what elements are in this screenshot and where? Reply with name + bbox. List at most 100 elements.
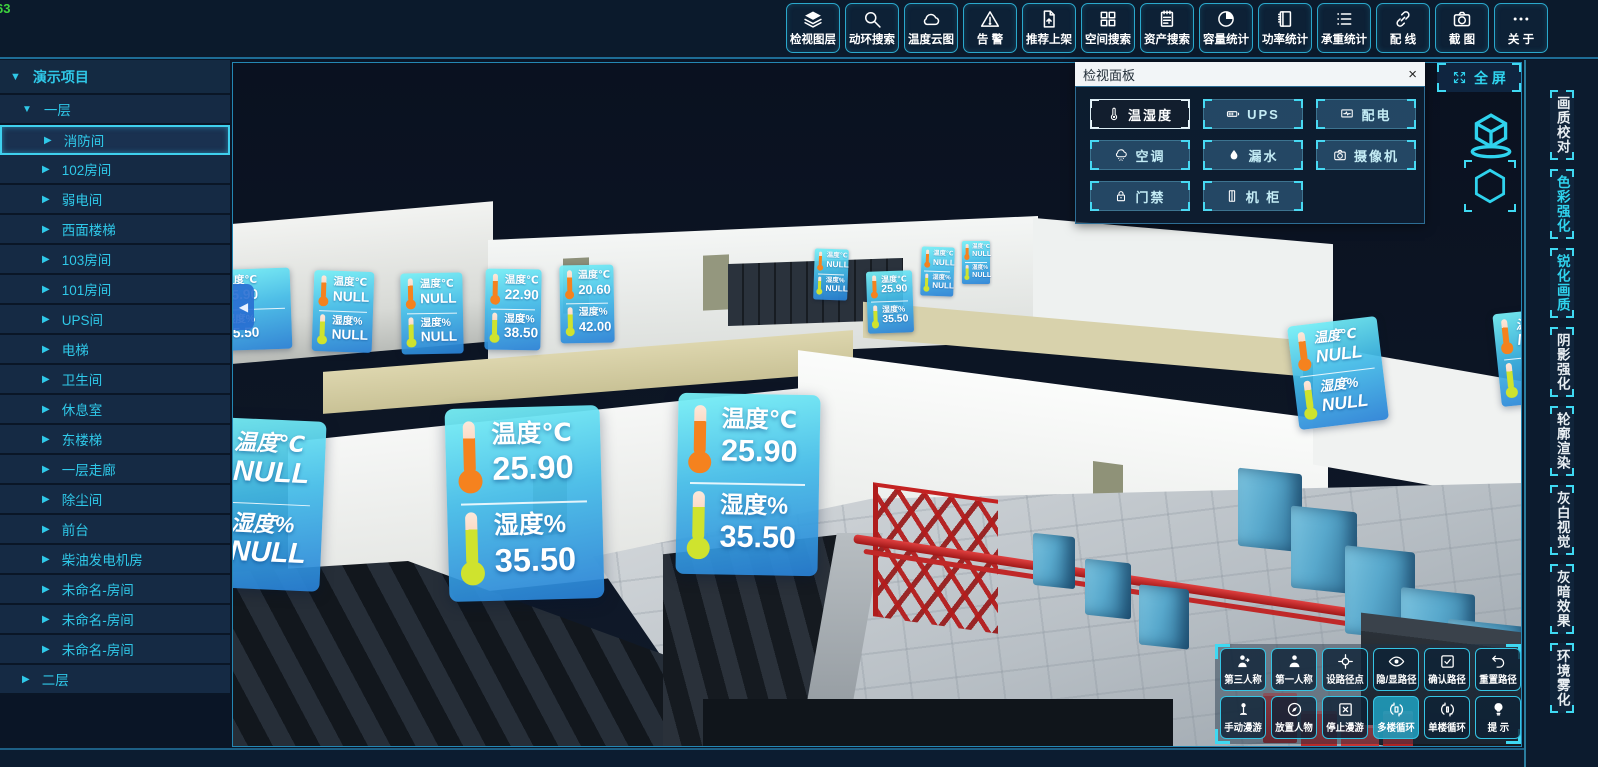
display-effects-items: 画质校对色彩强化锐化画质阴影强化轮廓渲染灰白视觉灰暗效果环境雾化 [1526, 60, 1598, 713]
sidebar-item-east-staircase[interactable]: ▶东楼梯 [0, 425, 230, 455]
effect-item-env-fog[interactable]: 环境雾化 [1550, 643, 1574, 713]
toolbar-button-space-search[interactable]: 空间搜索 [1081, 3, 1135, 53]
inspect-button-door-access[interactable]: 门禁 [1090, 181, 1190, 211]
layers-icon [803, 9, 823, 29]
sidebar-item-room-102[interactable]: ▶102房间 [0, 155, 230, 185]
humidity-section: 湿度%NULL [317, 314, 368, 347]
sensor-billboard: 温度℃NULL湿度%NULL [813, 248, 849, 300]
sidebar-item-ups-room[interactable]: ▶UPS间 [0, 305, 230, 335]
inspect-button-cctv-camera[interactable]: 摄像机 [1316, 140, 1416, 170]
sidebar-item-elevator[interactable]: ▶电梯 [0, 335, 230, 365]
sidebar-collapse-button[interactable]: ◀ [233, 284, 254, 330]
sidebar-item-unnamed-room-2[interactable]: ▶未命名-房间 [0, 605, 230, 635]
inspect-button-water-leak[interactable]: 漏水 [1203, 140, 1303, 170]
sidebar-item-lounge[interactable]: ▶休息室 [0, 395, 230, 425]
sidebar-item-project-root[interactable]: ▼ 演示项目 [0, 60, 230, 95]
thermometer-icon [870, 275, 879, 299]
sidebar-item-floor-2[interactable]: ▶二层 [0, 665, 230, 695]
toolbar-button-power-stats[interactable]: 功率统计 [1258, 3, 1312, 53]
toolbar-button-screenshot[interactable]: 截 图 [1435, 3, 1489, 53]
thermometer-icon [1294, 331, 1312, 373]
sidebar-item-label: 除尘间 [62, 489, 103, 509]
toolbar-button-env-search[interactable]: 动环搜索 [845, 3, 899, 53]
sidebar-item-diesel-generator-room[interactable]: ▶柴油发电机房 [0, 545, 230, 575]
roam-button-place-person[interactable]: 放置人物 [1271, 696, 1317, 739]
roam-button-reset-path[interactable]: 重置路径 [1475, 648, 1521, 691]
toolbar-button-inspect-layers[interactable]: 检视图层 [786, 3, 840, 53]
sidebar-item-west-staircase[interactable]: ▶西面楼梯 [0, 215, 230, 245]
sidebar-item-front-desk[interactable]: ▶前台 [0, 515, 230, 545]
inspect-button-label: UPS [1247, 107, 1280, 122]
toolbar-button-capacity-stats[interactable]: 容量统计 [1199, 3, 1253, 53]
roam-button-label: 提 示 [1487, 719, 1508, 734]
roam-button-stop-roam[interactable]: 停止漫游 [1322, 696, 1368, 739]
sidebar-item-restroom[interactable]: ▶卫生间 [0, 365, 230, 395]
toolbar-button-cabling[interactable]: 配 线 [1376, 3, 1430, 53]
view-cube-icon[interactable] [1466, 110, 1516, 160]
effect-item-color-enhance[interactable]: 色彩强化 [1550, 169, 1574, 239]
sidebar-item-floor-1[interactable]: ▼一层 [0, 95, 230, 125]
temp-label: 温度℃ [578, 270, 611, 282]
inspect-button-label: 配电 [1361, 105, 1391, 124]
thermometer-icon [1107, 107, 1121, 121]
roam-button-third-person[interactable]: 第三人称 [1220, 648, 1266, 691]
temp-label: 温度℃ [491, 418, 573, 450]
sidebar-item-unnamed-room-1[interactable]: ▶未命名-房间 [0, 575, 230, 605]
sidebar-item-room-101[interactable]: ▶101房间 [0, 275, 230, 305]
effect-item-outline-render[interactable]: 轮廓渲染 [1550, 406, 1574, 476]
toolbar-button-alarm[interactable]: 告 警 [963, 3, 1017, 53]
sidebar-item-label: 弱电间 [62, 189, 103, 209]
fps-counter: 63 [0, 1, 10, 16]
roam-button-tips[interactable]: 提 示 [1475, 696, 1521, 739]
sidebar-item-label: 101房间 [62, 279, 112, 299]
inspect-button-temp-humidity[interactable]: 温湿度 [1090, 99, 1190, 129]
roam-button-set-waypoint[interactable]: 设路径点 [1322, 648, 1368, 691]
sensor-billboard: 温度℃20.60湿度%42.00 [559, 265, 614, 343]
effect-item-dark-effect[interactable]: 灰暗效果 [1550, 564, 1574, 634]
temp-section: 温度℃25.90 [456, 418, 589, 496]
sidebar-item-fire-protection-room[interactable]: ▶消防间 [0, 125, 230, 155]
sidebar-item-label: 未命名-房间 [62, 639, 134, 659]
toolbar-button-about[interactable]: 关 于 [1494, 3, 1548, 53]
toolbar-button-rack-suggest[interactable]: 推荐上架 [1022, 3, 1076, 53]
roam-button-confirm-path[interactable]: 确认路径 [1424, 648, 1470, 691]
roam-button-manual-roam[interactable]: 手动漫游 [1220, 696, 1266, 739]
roam-button-toggle-path[interactable]: 隐/显路径 [1373, 648, 1419, 691]
sensor-billboard: 温度℃NULL湿度%NULL [312, 270, 375, 353]
toolbar-button-asset-search[interactable]: 资产搜索 [1140, 3, 1194, 53]
effect-item-sharpen[interactable]: 锐化画质 [1550, 248, 1574, 318]
inspect-button-ups[interactable]: UPS [1203, 99, 1303, 129]
roam-button-single-floor-loop[interactable]: 单楼循环 [1424, 696, 1470, 739]
effect-item-shadow-enhance[interactable]: 阴影强化 [1550, 327, 1574, 397]
temp-label: 温度℃ [721, 405, 798, 434]
thermometer-icon [688, 405, 713, 476]
sidebar-item-weak-current-room[interactable]: ▶弱电间 [0, 185, 230, 215]
humidity-label: 湿度% [420, 317, 457, 330]
sidebar-item-room-103[interactable]: ▶103房间 [0, 245, 230, 275]
chevron-right-icon: ▶ [42, 524, 50, 535]
sidebar-item-floor1-corridor[interactable]: ▶一层走廊 [0, 455, 230, 485]
inspect-button-power-dist[interactable]: 配电 [1316, 99, 1416, 129]
effect-item-grayscale-view[interactable]: 灰白视觉 [1550, 485, 1574, 555]
sidebar-item-unnamed-room-3[interactable]: ▶未命名-房间 [0, 635, 230, 665]
inspect-button-cabinet[interactable]: 机 柜 [1203, 181, 1303, 211]
sidebar-item-label: 103房间 [62, 249, 112, 269]
person3-icon [1235, 653, 1252, 670]
inspect-button-hvac[interactable]: 空调 [1090, 140, 1190, 170]
roam-button-multi-floor-loop[interactable]: 多楼循环 [1373, 696, 1419, 739]
roam-button-first-person[interactable]: 第一人称 [1271, 648, 1317, 691]
thermometer-icon [1503, 363, 1519, 400]
temp-section: 温度℃22.90 [490, 274, 537, 306]
loopm-icon [1388, 701, 1405, 718]
fullscreen-button[interactable]: 全 屏 [1437, 63, 1521, 92]
toolbar-button-temp-cloudmap[interactable]: 温度云图 [904, 3, 958, 53]
thermometer-icon [318, 275, 330, 307]
hexagon-tool-icon[interactable] [1464, 160, 1516, 212]
toolbar-button-weight-stats[interactable]: 承重统计 [1317, 3, 1371, 53]
close-icon[interactable]: × [1408, 67, 1417, 82]
bottom-strip [0, 748, 1524, 767]
effect-item-quality-check[interactable]: 画质校对 [1550, 90, 1574, 160]
sidebar-item-dust-removal-room[interactable]: ▶除尘间 [0, 485, 230, 515]
camera-icon [1333, 148, 1347, 162]
roam-button-label: 第三人称 [1224, 671, 1262, 686]
